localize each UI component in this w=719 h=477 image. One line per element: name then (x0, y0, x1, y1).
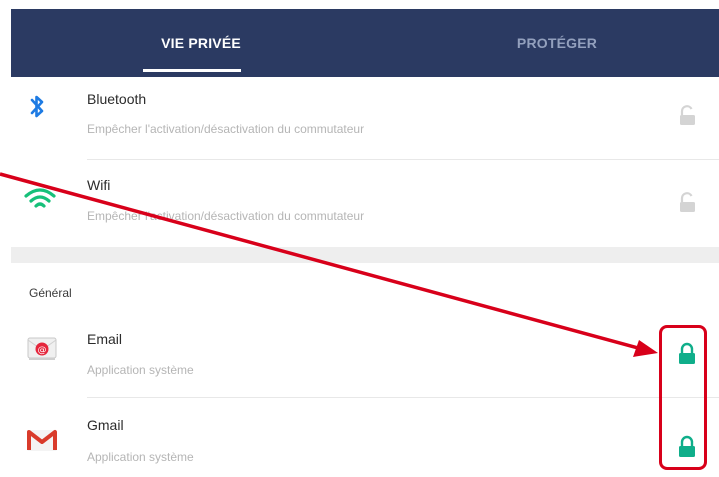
tab-bar: VIE PRIVÉE PROTÉGER (11, 9, 719, 77)
wifi-subtitle: Empêcher l'activation/désactivation du c… (87, 209, 365, 223)
list-item-email[interactable]: @ Email Application système (11, 309, 719, 399)
list-item-wifi[interactable]: Wifi Empêcher l'activation/désactivation… (11, 161, 719, 247)
bluetooth-title: Bluetooth (87, 91, 147, 107)
divider (87, 159, 719, 160)
list-item-gmail[interactable]: Gmail Application système (11, 399, 719, 477)
wifi-icon (23, 183, 57, 218)
gmail-title: Gmail (87, 417, 124, 433)
annotation-highlight-box (659, 325, 707, 470)
list-item-bluetooth[interactable]: Bluetooth Empêcher l'activation/désactiv… (11, 77, 719, 161)
section-header-general: Général (29, 286, 72, 300)
svg-text:@: @ (38, 346, 47, 356)
bluetooth-icon (25, 93, 49, 126)
gmail-icon (26, 427, 58, 458)
wifi-title: Wifi (87, 177, 111, 193)
content-list: Bluetooth Empêcher l'activation/désactiv… (11, 77, 719, 477)
section-separator (11, 247, 719, 263)
bluetooth-subtitle: Empêcher l'activation/désactivation du c… (87, 122, 365, 136)
email-icon: @ (27, 336, 57, 367)
tab-vie-privee[interactable]: VIE PRIVÉE (123, 9, 279, 77)
unlock-icon[interactable] (678, 192, 698, 219)
tab-proteger[interactable]: PROTÉGER (479, 9, 635, 77)
email-title: Email (87, 331, 123, 347)
active-tab-indicator (143, 69, 241, 72)
unlock-icon[interactable] (678, 105, 698, 132)
gmail-subtitle: Application système (87, 450, 194, 464)
divider (87, 397, 719, 398)
email-subtitle: Application système (87, 363, 194, 377)
